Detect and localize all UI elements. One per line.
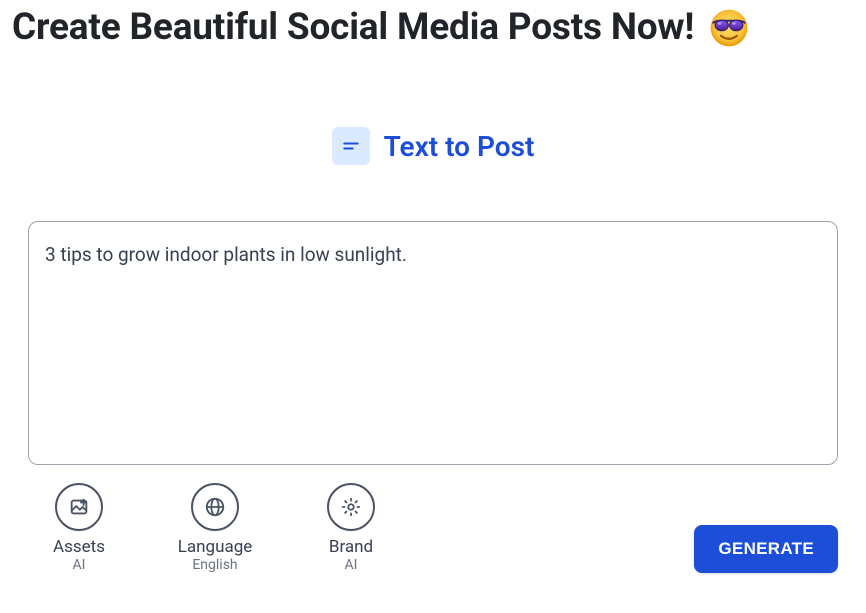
prompt-container bbox=[28, 221, 838, 465]
option-language[interactable]: Language English bbox=[170, 483, 260, 573]
options-row: Assets AI Language English Brand bbox=[28, 483, 396, 573]
option-brand[interactable]: Brand AI bbox=[306, 483, 396, 573]
option-language-sub: English bbox=[192, 557, 237, 573]
option-assets-sub: AI bbox=[73, 557, 86, 573]
sunglasses-emoji-icon bbox=[708, 7, 750, 49]
option-assets[interactable]: Assets AI bbox=[34, 483, 124, 573]
globe-icon bbox=[191, 483, 239, 531]
text-lines-icon bbox=[332, 127, 370, 165]
tab-row: Text to Post bbox=[0, 127, 866, 165]
page-title: Create Beautiful Social Media Posts Now! bbox=[12, 6, 694, 49]
header-row: Create Beautiful Social Media Posts Now! bbox=[0, 0, 866, 49]
image-plus-icon bbox=[55, 483, 103, 531]
option-brand-title: Brand bbox=[329, 537, 373, 557]
option-brand-sub: AI bbox=[345, 557, 358, 573]
bottom-row: Assets AI Language English Brand bbox=[28, 483, 838, 573]
generate-button[interactable]: GENERATE bbox=[694, 525, 838, 573]
gear-icon bbox=[327, 483, 375, 531]
option-assets-title: Assets bbox=[53, 537, 105, 557]
prompt-input[interactable] bbox=[45, 242, 821, 444]
tab-text-to-post[interactable]: Text to Post bbox=[332, 127, 535, 165]
tab-label: Text to Post bbox=[384, 130, 535, 163]
option-language-title: Language bbox=[178, 537, 253, 557]
